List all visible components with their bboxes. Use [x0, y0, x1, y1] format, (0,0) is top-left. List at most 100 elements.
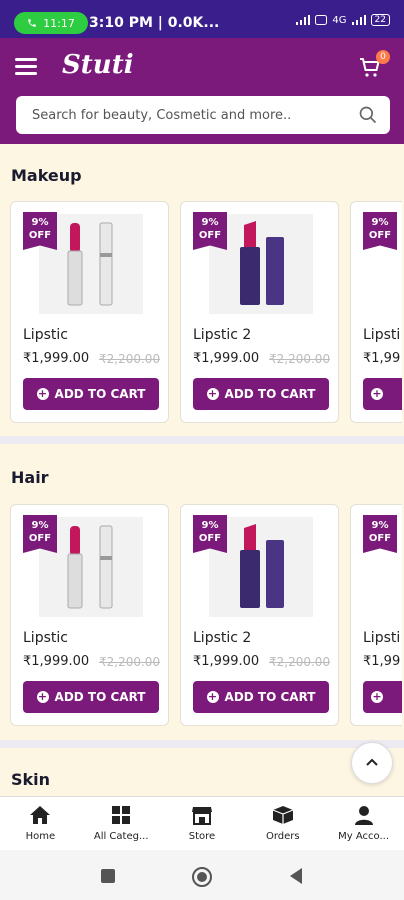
app-logo[interactable]: Stuti	[62, 50, 134, 80]
nav-orders[interactable]: Orders	[242, 797, 323, 850]
plus-icon: +	[206, 690, 219, 703]
discount-badge: 9% OFF	[23, 212, 57, 250]
nav-label: All Categ...	[93, 831, 149, 842]
discount-label: OFF	[368, 230, 392, 241]
home-icon	[30, 806, 51, 824]
hamburger-icon-line	[15, 58, 37, 61]
nav-home[interactable]: Home	[0, 797, 81, 850]
button-label: ADD TO CART	[224, 387, 316, 401]
bottom-nav: Home All Categ... Store Orders My Acco..…	[0, 796, 404, 850]
home-button[interactable]	[191, 866, 213, 888]
section-skin: Skin	[0, 748, 404, 796]
lipstick-pair-icon	[67, 525, 113, 609]
volte-icon	[315, 15, 328, 25]
discount-label: OFF	[198, 230, 222, 241]
android-nav-bar	[0, 850, 404, 900]
discount-label: OFF	[28, 230, 52, 241]
section-divider	[0, 740, 404, 748]
product-price: ₹1,999.00	[23, 654, 90, 669]
product-card[interactable]: 9% OFF Lipsti ₹1,99 +	[350, 504, 402, 726]
section-title: Hair	[11, 468, 49, 487]
discount-percent: 9%	[31, 520, 49, 531]
search-icon[interactable]	[358, 105, 378, 125]
add-to-cart-button[interactable]: +	[363, 378, 402, 410]
product-name[interactable]: Lipsti	[363, 327, 400, 343]
scroll-to-top-button[interactable]	[351, 742, 393, 784]
status-clock: 3:10 PM | 0.0K...	[89, 15, 220, 31]
nav-my-account[interactable]: My Acco...	[323, 797, 404, 850]
product-mrp: ₹2,200.00	[99, 655, 161, 669]
search-input[interactable]	[32, 107, 358, 123]
discount-label: OFF	[198, 533, 222, 544]
product-mrp: ₹2,200.00	[269, 352, 331, 366]
lipstick-icon	[240, 524, 284, 608]
app-header: Stuti 0	[0, 38, 404, 144]
box-icon	[272, 806, 294, 824]
battery-level: 22	[370, 14, 390, 26]
nav-store[interactable]: Store	[162, 797, 243, 850]
plus-icon: +	[36, 690, 49, 703]
status-bar: 11:17 3:10 PM | 0.0K... 4G 22	[0, 0, 404, 38]
product-price: ₹1,999.00	[193, 351, 260, 366]
product-name[interactable]: Lipstic 2	[193, 327, 251, 343]
discount-label: OFF	[28, 533, 52, 544]
product-carousel[interactable]: 9% OFF Lipstic ₹1,999.00 ₹2,200.00 + ADD T…	[10, 201, 402, 423]
product-price: ₹1,999.00	[193, 654, 260, 669]
discount-badge: 9% OFF	[193, 212, 227, 250]
button-label: ADD TO CART	[54, 387, 146, 401]
section-title: Makeup	[11, 166, 82, 185]
product-card[interactable]: 9% OFF Lipsti ₹1,99 +	[350, 201, 402, 423]
add-to-cart-button[interactable]: + ADD TO CART	[23, 681, 159, 713]
product-mrp: ₹2,200.00	[269, 655, 331, 669]
back-button[interactable]	[288, 867, 304, 885]
product-price: ₹1,99	[363, 654, 401, 669]
hamburger-icon-line	[15, 65, 37, 68]
product-name[interactable]: Lipstic	[23, 327, 68, 343]
cart-button[interactable]: 0	[358, 50, 390, 80]
lipstick-pair-icon	[67, 222, 113, 306]
signal-icon	[296, 15, 311, 25]
status-icons: 4G 22	[296, 14, 390, 26]
nav-label: Store	[188, 831, 216, 842]
signal-bars-icon	[351, 15, 366, 25]
cart-count-badge: 0	[376, 50, 390, 64]
product-name[interactable]: Lipstic 2	[193, 630, 251, 646]
discount-badge: 9% OFF	[23, 515, 57, 553]
section-hair: Hair 9% OFF Lipstic ₹1,999.00 ₹2,200.00 +…	[0, 444, 404, 740]
plus-icon: +	[206, 387, 219, 400]
product-card[interactable]: 9% OFF Lipstic ₹1,999.00 ₹2,200.00 + ADD T…	[10, 504, 169, 726]
product-carousel[interactable]: 9% OFF Lipstic ₹1,999.00 ₹2,200.00 + ADD T…	[10, 504, 402, 726]
nav-label: My Acco...	[338, 831, 390, 842]
nav-all-categories[interactable]: All Categ...	[81, 797, 162, 850]
grid-icon	[112, 806, 131, 824]
ongoing-call-pill[interactable]: 11:17	[14, 12, 88, 34]
call-time: 11:17	[43, 16, 75, 30]
add-to-cart-button[interactable]: + ADD TO CART	[193, 681, 329, 713]
button-label: ADD TO CART	[224, 690, 316, 704]
search-bar[interactable]	[16, 96, 390, 134]
product-name[interactable]: Lipstic	[23, 630, 68, 646]
product-price: ₹1,99	[363, 351, 401, 366]
product-card[interactable]: 9% OFF Lipstic ₹1,999.00 ₹2,200.00 + ADD T…	[10, 201, 169, 423]
add-to-cart-button[interactable]: +	[363, 681, 402, 713]
user-icon	[354, 806, 373, 825]
recents-button[interactable]	[100, 868, 116, 884]
product-price: ₹1,999.00	[23, 351, 90, 366]
section-makeup: Makeup 9% OFF Lipstic ₹1,999.00 ₹2,200.00…	[0, 144, 404, 436]
discount-badge: 9% OFF	[363, 515, 397, 553]
add-to-cart-button[interactable]: + ADD TO CART	[23, 378, 159, 410]
discount-percent: 9%	[31, 217, 49, 228]
product-name[interactable]: Lipsti	[363, 630, 400, 646]
product-card[interactable]: 9% OFF Lipstic 2 ₹1,999.00 ₹2,200.00 + ADD…	[180, 201, 339, 423]
chevron-up-icon	[366, 758, 378, 766]
discount-percent: 9%	[371, 217, 389, 228]
button-label: ADD TO CART	[54, 690, 146, 704]
discount-percent: 9%	[371, 520, 389, 531]
plus-icon: +	[36, 387, 49, 400]
nav-label: Home	[25, 831, 56, 842]
product-card[interactable]: 9% OFF Lipstic 2 ₹1,999.00 ₹2,200.00 + ADD…	[180, 504, 339, 726]
discount-label: OFF	[368, 533, 392, 544]
plus-icon: +	[371, 690, 383, 703]
menu-button[interactable]	[15, 58, 37, 76]
add-to-cart-button[interactable]: + ADD TO CART	[193, 378, 329, 410]
